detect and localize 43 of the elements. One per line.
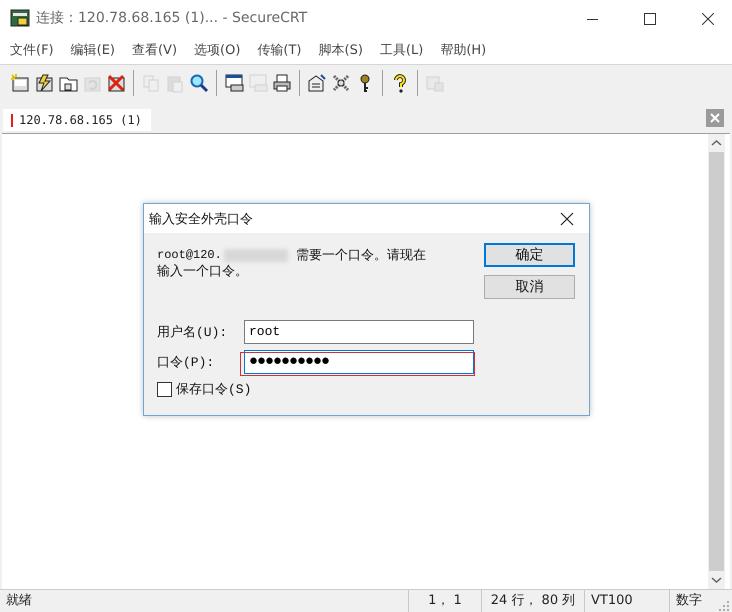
cross-icon[interactable] [106,73,126,93]
menu-item[interactable]: 查看(V) [126,41,184,59]
close-icon [702,13,714,25]
session-tab[interactable]: 120.78.68.165 (1) [3,109,151,131]
dialog-button[interactable]: 取消 [484,275,575,299]
status-text: 1， 1 [408,590,481,612]
status-text: 数字 [669,590,716,612]
tools-icon[interactable] [331,73,351,93]
field-label: 用户名(U): [157,324,228,341]
input-field[interactable]: root [244,320,474,344]
checkbox-label: 保存口令(S) [176,381,252,398]
computer-icon[interactable] [10,73,30,93]
maximize-icon [644,13,656,25]
input-field[interactable]: ●●●●●●●●●● [244,350,474,374]
close-icon [559,210,575,226]
printer-icon[interactable] [272,73,292,93]
message-text: root@120. [157,248,222,262]
redacted-text-blur [224,248,288,262]
scrollbar-thumb[interactable] [709,152,724,571]
resize-grip-icon [718,600,730,612]
field-label: 口令(P): [157,354,216,371]
menu-item[interactable]: 工具(L) [374,41,430,59]
menu-item[interactable]: 文件(F) [4,41,60,59]
document-icon[interactable] [307,73,327,93]
checkbox[interactable] [157,382,172,396]
dialog-button[interactable]: 确定 [484,243,575,267]
menu-item[interactable]: 脚本(S) [312,41,369,59]
window-print-icon[interactable] [224,73,244,93]
status-text: 24 行， 80 列 [481,590,584,612]
menu-item[interactable]: 传输(T) [251,41,308,59]
status-text: 就绪 [5,592,33,610]
close-icon [706,109,724,127]
message-text: 输入一个口令。 [157,263,248,280]
menu-item[interactable]: 编辑(E) [64,41,121,59]
app-icon [10,8,30,28]
message-text: 需要一个口令。请现在 [296,247,426,264]
status-text: VT100 [584,590,669,612]
window-title: 连接：120.78.68.165 (1)... - SecureCRT [36,9,308,27]
lightning-icon[interactable] [34,73,54,93]
search-icon[interactable] [189,73,209,93]
menu-item[interactable]: 帮助(H) [434,41,492,59]
dialog-title: 输入安全外壳口令 [149,210,253,228]
menu-item[interactable]: 选项(O) [188,41,246,59]
